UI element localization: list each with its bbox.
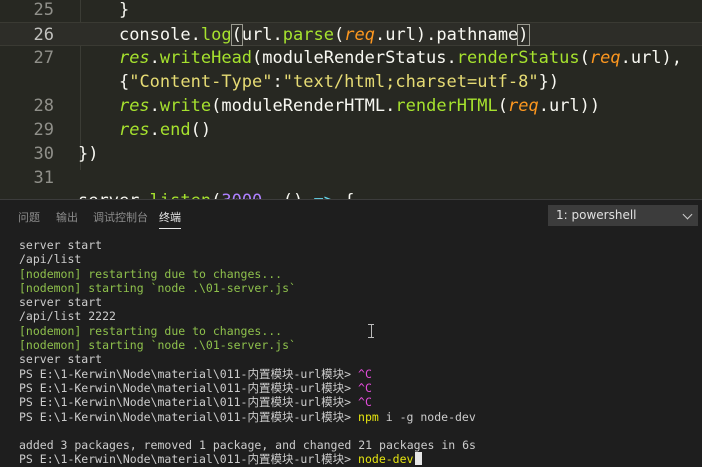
ctrl-c: ^C [358, 395, 372, 410]
terminal-cursor [415, 452, 423, 466]
code-line-27[interactable]: 27 res.writeHead(moduleRenderStatus.rend… [0, 46, 702, 70]
terminal-line: [nodemon] starting `node .\01-server.js` [19, 280, 296, 295]
terminal-line: added 3 packages, removed 1 package, and… [19, 438, 476, 453]
closing-brace: } [118, 0, 130, 20]
terminal-line: server start [19, 238, 103, 252]
terminal-line: [nodemon] restarting due to changes... [19, 266, 283, 281]
prompt: PS E:\1-Kerwin\Node\material\011-内置模块-ur… [19, 409, 352, 424]
terminal-line: [nodemon] starting `node .\01-server.js` [19, 338, 296, 353]
terminal-line: [nodemon] restarting due to changes... [19, 323, 283, 338]
terminal-output[interactable]: server start /api/list [nodemon] restart… [19, 238, 699, 467]
terminal-select-value: 1: powershell [556, 208, 637, 222]
terminal-line: PS E:\1-Kerwin\Node\material\011-内置模块-ur… [19, 452, 699, 466]
mouse-ibeam-cursor [368, 324, 374, 338]
terminal-line: /api/list [19, 252, 82, 267]
prompt: PS E:\1-Kerwin\Node\material\011-内置模块-ur… [19, 366, 352, 381]
code-line-28[interactable]: 28 res.write(moduleRenderHTML.renderHTML… [0, 94, 702, 118]
code-line-32[interactable]: server.listen(3000, () => { [0, 189, 702, 199]
code-editor[interactable]: 25 } 26 console.log(url.parse(req.url).p… [0, 0, 702, 199]
line-number: 25 [33, 0, 54, 20]
terminal-line: PS E:\1-Kerwin\Node\material\011-内置模块-ur… [19, 381, 699, 395]
prompt: PS E:\1-Kerwin\Node\material\011-内置模块-ur… [19, 395, 352, 410]
terminal-line: PS E:\1-Kerwin\Node\material\011-内置模块-ur… [19, 367, 699, 381]
terminal-line: server start [19, 295, 103, 310]
prompt: PS E:\1-Kerwin\Node\material\011-内置模块-ur… [19, 452, 352, 467]
terminal-line: server start [19, 352, 103, 367]
tab-terminal[interactable]: 终端 [159, 209, 181, 229]
line-number: 30 [33, 144, 54, 164]
line-number: 31 [33, 168, 54, 188]
code-line-25[interactable]: 25 } [0, 0, 702, 22]
terminal-line: PS E:\1-Kerwin\Node\material\011-内置模块-ur… [19, 410, 699, 424]
code-line-30[interactable]: 30 }) [0, 142, 702, 166]
closing-brace: }) [78, 144, 99, 164]
code-line-29[interactable]: 29 res.end() [0, 118, 702, 142]
bottom-panel: 问题 输出 调试控制台 终端 1: powershell server star… [0, 199, 702, 467]
line-number: 29 [33, 120, 54, 140]
tab-problems[interactable]: 问题 [18, 209, 40, 225]
line-number: 26 [33, 25, 54, 45]
command: npm [358, 409, 379, 424]
line-number: 28 [33, 96, 54, 116]
prompt: PS E:\1-Kerwin\Node\material\011-内置模块-ur… [19, 380, 352, 395]
code-line-31[interactable]: 31 [0, 166, 702, 190]
code-line-27-wrap[interactable]: {"Content-Type":"text/html;charset=utf-8… [0, 70, 702, 94]
terminal-line: PS E:\1-Kerwin\Node\material\011-内置模块-ur… [19, 395, 699, 409]
terminal-select[interactable]: 1: powershell [548, 205, 698, 226]
code-line-26[interactable]: 26 console.log(url.parse(req.url).pathna… [0, 22, 702, 46]
tab-debug-console[interactable]: 调试控制台 [93, 209, 148, 225]
chevron-down-icon [682, 209, 693, 220]
terminal-line: /api/list 2222 [19, 309, 116, 324]
ctrl-c: ^C [358, 380, 372, 395]
tab-output[interactable]: 输出 [56, 209, 78, 225]
panel-tabs: 问题 输出 调试控制台 终端 1: powershell [0, 200, 702, 232]
line-number: 27 [33, 48, 54, 68]
ctrl-c: ^C [358, 366, 372, 381]
command: node-dev [358, 452, 414, 467]
command-args: i -g node-dev [385, 409, 476, 424]
